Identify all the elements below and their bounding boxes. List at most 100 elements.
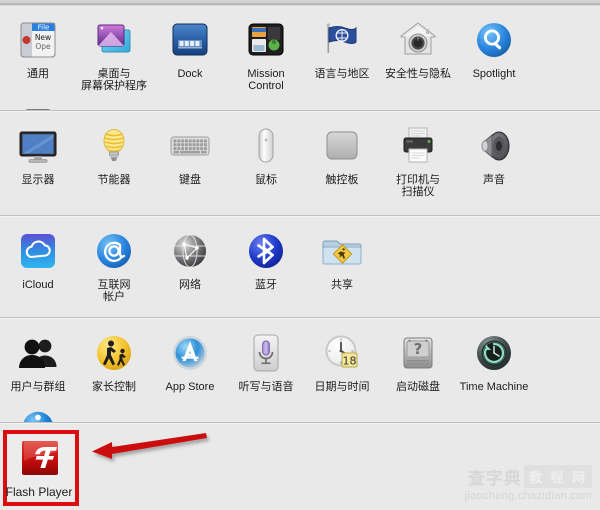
preference-pane-label: Dock bbox=[177, 68, 203, 80]
preference-pane-internet-accounts[interactable]: 互联网 帐户 bbox=[76, 217, 152, 303]
preference-pane-label: 用户与群组 bbox=[10, 381, 66, 393]
date-time-icon: 18 bbox=[318, 329, 366, 377]
watermark-cn-text: 查字典 bbox=[467, 469, 522, 489]
preference-grid-internet: iCloud 互联网 帐户 网络 蓝牙 共享 bbox=[0, 217, 600, 303]
preference-pane-label: 触控板 bbox=[325, 174, 359, 186]
section-personal: File New Ope 通用 桌面与 屏幕保护程序 Dock Mission Contro… bbox=[0, 6, 600, 166]
printers-scanners-icon bbox=[394, 122, 442, 170]
preference-pane-label: 启动磁盘 bbox=[396, 381, 440, 393]
users-groups-icon bbox=[14, 329, 62, 377]
preference-pane-label: 显示器 bbox=[21, 174, 55, 186]
preference-pane-parental-controls[interactable]: 家长控制 bbox=[76, 319, 152, 393]
preference-pane-label: 桌面与 屏幕保护程序 bbox=[81, 68, 147, 92]
annotation-arrow-icon bbox=[92, 433, 207, 459]
mission-control-icon bbox=[242, 16, 290, 64]
preference-pane-energy-saver[interactable]: 节能器 bbox=[76, 112, 152, 198]
preference-pane-label: 网络 bbox=[179, 279, 201, 291]
network-icon bbox=[166, 227, 214, 275]
keyboard-icon bbox=[166, 122, 214, 170]
time-machine-icon bbox=[470, 329, 518, 377]
preference-pane-bluetooth[interactable]: 蓝牙 bbox=[228, 217, 304, 303]
energy-saver-icon bbox=[90, 122, 138, 170]
preference-pane-mouse[interactable]: 鼠标 bbox=[228, 112, 304, 198]
trackpad-icon bbox=[318, 122, 366, 170]
preference-pane-label: 通用 bbox=[27, 68, 49, 80]
preference-pane-trackpad[interactable]: 触控板 bbox=[304, 112, 380, 198]
dictation-speech-icon bbox=[242, 329, 290, 377]
preference-pane-spotlight[interactable]: Spotlight bbox=[456, 6, 532, 92]
svg-text:?: ? bbox=[414, 340, 423, 358]
preference-pane-label: Time Machine bbox=[459, 381, 529, 393]
svg-text:Ope: Ope bbox=[35, 42, 51, 51]
preference-pane-dock[interactable]: Dock bbox=[152, 6, 228, 92]
spotlight-icon bbox=[470, 16, 518, 64]
preference-pane-label: 共享 bbox=[331, 279, 353, 291]
icloud-icon bbox=[14, 227, 62, 275]
svg-text:File: File bbox=[38, 24, 50, 32]
preference-pane-printers-scanners[interactable]: 打印机与 扫描仪 bbox=[380, 112, 456, 198]
flash-player-icon bbox=[19, 437, 63, 481]
startup-disk-icon: ? bbox=[394, 329, 442, 377]
preference-pane-label: 节能器 bbox=[97, 174, 131, 186]
app-store-icon bbox=[166, 329, 214, 377]
sharing-icon bbox=[318, 227, 366, 275]
preference-pane-label: Spotlight bbox=[472, 68, 516, 80]
preference-pane-label: 键盘 bbox=[179, 174, 201, 186]
preference-pane-network[interactable]: 网络 bbox=[152, 217, 228, 303]
flash-player-highlight-box[interactable]: Flash Player bbox=[3, 430, 79, 506]
preference-pane-icloud[interactable]: iCloud bbox=[0, 217, 76, 303]
flash-player-label: Flash Player bbox=[5, 485, 73, 499]
preference-pane-label: 安全性与隐私 bbox=[385, 68, 451, 80]
watermark: 查字典 教 程 网 jiaocheng.chazidian.com bbox=[465, 464, 592, 502]
general-icon: File New Ope bbox=[14, 16, 62, 64]
flash-player-pref[interactable]: Flash Player bbox=[5, 437, 75, 499]
preference-pane-label: 家长控制 bbox=[92, 381, 136, 393]
preference-pane-label: 打印机与 扫描仪 bbox=[396, 174, 440, 198]
language-region-icon bbox=[318, 16, 366, 64]
svg-text:18: 18 bbox=[343, 355, 357, 368]
parental-controls-icon bbox=[90, 329, 138, 377]
preference-pane-desktop-screensaver[interactable]: 桌面与 屏幕保护程序 bbox=[76, 6, 152, 92]
preference-pane-label: 互联网 帐户 bbox=[97, 279, 131, 303]
preference-pane-label: 日期与时间 bbox=[314, 381, 370, 393]
preference-pane-label: iCloud bbox=[22, 279, 54, 291]
preference-pane-label: 声音 bbox=[483, 174, 505, 186]
preference-pane-date-time[interactable]: 18 日期与时间 bbox=[304, 319, 380, 393]
section-hardware: 显示器 节能器 键盘 鼠标 触控板 打印机与 扫描仪 声音 bbox=[0, 112, 600, 217]
preference-pane-startup-disk[interactable]: ? 启动磁盘 bbox=[380, 319, 456, 393]
preference-pane-mission-control[interactable]: Mission Control bbox=[228, 6, 304, 92]
preference-pane-security-privacy[interactable]: 安全性与隐私 bbox=[380, 6, 456, 92]
bluetooth-icon bbox=[242, 227, 290, 275]
preference-pane-language-region[interactable]: 语言与地区 bbox=[304, 6, 380, 92]
system-preferences-window: File New Ope 通用 桌面与 屏幕保护程序 Dock Mission Contro… bbox=[0, 0, 600, 510]
preference-pane-label: App Store bbox=[165, 381, 215, 393]
security-privacy-icon bbox=[394, 16, 442, 64]
sound-icon bbox=[470, 122, 518, 170]
mouse-icon bbox=[242, 122, 290, 170]
displays-icon bbox=[14, 122, 62, 170]
svg-text:New: New bbox=[35, 33, 51, 42]
preference-pane-displays[interactable]: 显示器 bbox=[0, 112, 76, 198]
watermark-top-row: 查字典 教 程 网 bbox=[465, 464, 592, 489]
preference-pane-general[interactable]: File New Ope 通用 bbox=[0, 6, 76, 92]
preference-pane-label: 听写与语音 bbox=[238, 381, 294, 393]
preference-pane-label: 蓝牙 bbox=[255, 279, 277, 291]
preference-pane-time-machine[interactable]: Time Machine bbox=[456, 319, 532, 393]
preference-pane-users-groups[interactable]: 用户与群组 bbox=[0, 319, 76, 393]
desktop-screensaver-icon bbox=[90, 16, 138, 64]
section-system: 用户与群组 家长控制 App Store 听写与语音 18 日期与时间? 启动磁盘 Time … bbox=[0, 319, 600, 467]
section-internet-wireless: iCloud 互联网 帐户 网络 蓝牙 共享 bbox=[0, 217, 600, 319]
watermark-url: jiaocheng.chazidian.com bbox=[464, 490, 592, 502]
preference-pane-sharing[interactable]: 共享 bbox=[304, 217, 380, 303]
preference-pane-sound[interactable]: 声音 bbox=[456, 112, 532, 198]
preference-pane-label: 鼠标 bbox=[255, 174, 277, 186]
watermark-cn-box: 教 程 网 bbox=[523, 465, 592, 488]
preference-pane-label: 语言与地区 bbox=[314, 68, 370, 80]
preference-pane-dictation-speech[interactable]: 听写与语音 bbox=[228, 319, 304, 393]
preference-pane-keyboard[interactable]: 键盘 bbox=[152, 112, 228, 198]
preference-pane-label: Mission Control bbox=[247, 68, 285, 92]
preference-grid-hardware: 显示器 节能器 键盘 鼠标 触控板 打印机与 扫描仪 声音 bbox=[0, 112, 600, 198]
dock-icon bbox=[166, 16, 214, 64]
preference-pane-app-store[interactable]: App Store bbox=[152, 319, 228, 393]
internet-accounts-icon bbox=[90, 227, 138, 275]
